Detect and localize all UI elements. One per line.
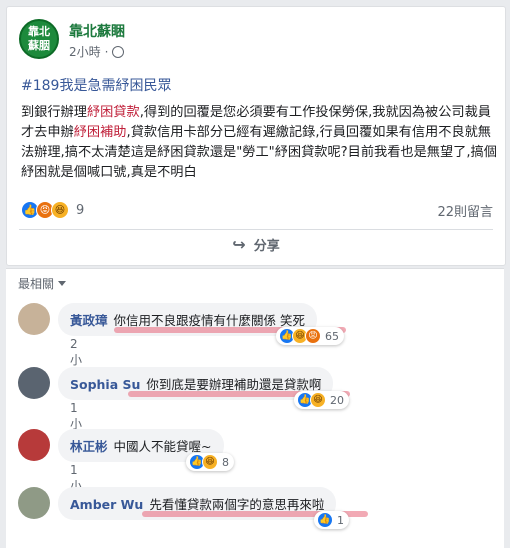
post-text: 到銀行辦理紓困貸款,得到的回覆是您必須要有工作投保勞保,我就因為被公司裁員才去申… [21, 105, 497, 180]
globe-icon [112, 45, 125, 58]
avatar[interactable] [18, 367, 50, 399]
comment-reactions[interactable]: 👍 😆 😡 65 [276, 327, 344, 345]
page-avatar-text: 靠北 蘇胭 [28, 25, 50, 52]
reaction-count: 8 [222, 455, 229, 469]
post-meta: 2小時 · [69, 43, 125, 60]
haha-icon: 😆 [202, 454, 218, 470]
page-name[interactable]: 靠北蘇睏 [69, 21, 125, 41]
haha-icon: 😆 [310, 392, 326, 408]
comment-count[interactable]: 22則留言 [437, 201, 493, 220]
commenter-name[interactable]: Amber Wu [70, 497, 143, 512]
commenter-name[interactable]: 林正彬 [70, 439, 108, 454]
reaction-count: 1 [337, 513, 344, 527]
like-icon: 👍 [317, 512, 333, 528]
comments-section: 最相關 黃政璋你信用不良跟疫情有什麼關係 笑死 2小時 👍 😆 😡 65 Sop… [6, 268, 504, 548]
comment-text: 中國人不能貸喔~ [113, 439, 212, 454]
comment-reactions[interactable]: 👍 😆 8 [186, 453, 234, 471]
chevron-down-icon [58, 281, 67, 286]
avatar[interactable] [18, 487, 50, 519]
commenter-name[interactable]: Sophia Su [70, 377, 140, 392]
haha-icon: 😆 [51, 201, 69, 219]
reaction-count: 65 [325, 329, 339, 343]
post-card: 靠北 蘇胭 靠北蘇睏 2小時 · #189我是急需紓困民眾 到銀行辦理紓困貸款,… [6, 6, 506, 266]
reaction-count: 20 [330, 393, 344, 407]
post-time[interactable]: 2小時 [69, 43, 101, 60]
comment-reactions[interactable]: 👍 1 [314, 511, 349, 529]
page-avatar[interactable]: 靠北 蘇胭 [19, 19, 59, 59]
divider [19, 229, 493, 230]
avatar[interactable] [18, 429, 50, 461]
avatar[interactable] [18, 303, 50, 335]
comment-reactions[interactable]: 👍 😆 20 [294, 391, 349, 409]
comment-text: 先看懂貸款兩個字的意思再來啦 [149, 497, 325, 512]
comment-text: 你信用不良跟疫情有什麼關係 笑死 [113, 313, 305, 328]
share-label: 分享 [253, 239, 280, 254]
angry-icon: 😡 [305, 328, 321, 344]
commenter-name[interactable]: 黃政璋 [70, 313, 108, 328]
share-button[interactable]: ↪ 分享 [7, 235, 505, 254]
hashtag[interactable]: #189我是急需紓困民眾 [21, 75, 171, 95]
reaction-count: 9 [76, 202, 85, 218]
sort-dropdown[interactable]: 最相關 [18, 275, 67, 292]
post-reactions[interactable]: 👍 😡 😆 9 [21, 201, 84, 219]
comment-text: 你到底是要辦理補助還是貸款啊 [146, 377, 322, 392]
share-icon: ↪ [232, 235, 246, 254]
